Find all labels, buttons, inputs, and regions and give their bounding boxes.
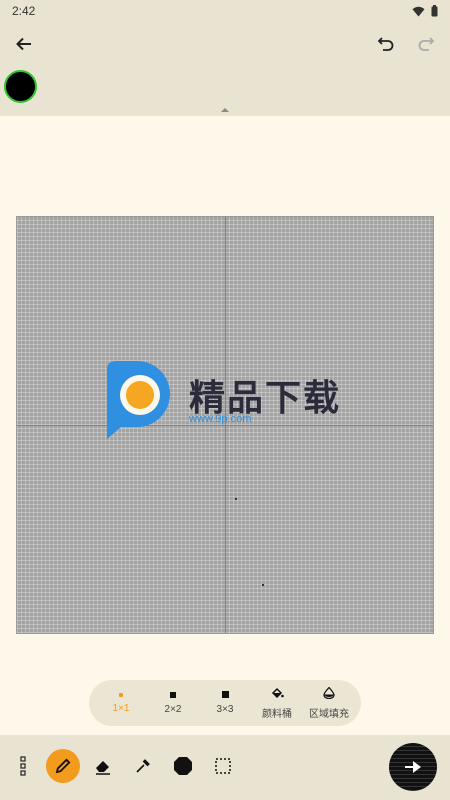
pencil-icon	[55, 758, 71, 774]
brush-dot-medium-icon	[170, 691, 176, 698]
eyedropper-icon	[136, 759, 150, 773]
brush-size-1x1[interactable]: 1×1	[96, 683, 146, 723]
brush-label: 2×2	[164, 703, 182, 715]
status-time: 2:42	[12, 4, 36, 18]
collapse-handle[interactable]	[219, 107, 231, 115]
watermark: 精品下载 www.9p.com	[101, 359, 361, 443]
more-menu-icon	[20, 756, 26, 776]
selection-tool[interactable]	[206, 749, 240, 783]
painted-pixel	[262, 584, 264, 586]
chevron-up-icon	[221, 108, 229, 112]
status-bar: 2:42	[0, 0, 450, 22]
painted-pixel	[235, 498, 237, 500]
redo-button[interactable]	[412, 30, 440, 58]
pixel-canvas[interactable]: 精品下载 www.9p.com	[16, 216, 434, 634]
undo-icon	[377, 37, 394, 51]
eraser-icon	[96, 761, 110, 775]
brush-dot-large-icon	[221, 691, 229, 698]
bottom-toolbar	[0, 735, 450, 800]
brush-label: 3×3	[216, 704, 234, 715]
area-fill-icon	[323, 686, 335, 699]
brush-size-2x2[interactable]: 2×2	[148, 683, 198, 723]
paint-bucket-icon	[271, 687, 284, 698]
brush-label: 区域填充	[309, 708, 349, 720]
watermark-logo	[107, 361, 170, 439]
wifi-icon	[412, 6, 425, 16]
battery-icon	[431, 5, 438, 17]
current-color-swatch[interactable]	[4, 70, 37, 103]
paint-bucket-button[interactable]: 颜料桶	[252, 683, 302, 723]
brush-dot-small-icon	[119, 692, 123, 697]
app-bar	[0, 22, 450, 66]
undo-button[interactable]	[372, 30, 400, 58]
eraser-tool[interactable]	[86, 749, 120, 783]
arrow-back-icon	[16, 37, 31, 51]
stamp-icon	[174, 757, 192, 775]
watermark-url: www.9p.com	[189, 413, 252, 425]
redo-icon	[418, 37, 435, 51]
more-menu-button[interactable]	[6, 749, 40, 783]
next-button[interactable]	[389, 743, 437, 791]
brush-panel: 1×1 2×2 3×3 颜料桶 区域填充	[89, 680, 361, 726]
forward-arrow-icon	[405, 761, 421, 773]
brush-label: 1×1	[112, 702, 130, 714]
brush-size-3x3[interactable]: 3×3	[200, 683, 250, 723]
area-fill-button[interactable]: 区域填充	[304, 683, 354, 723]
back-button[interactable]	[10, 30, 38, 58]
selection-icon	[215, 758, 231, 774]
brush-label: 颜料桶	[262, 708, 292, 720]
pencil-tool[interactable]	[46, 749, 80, 783]
eyedropper-tool[interactable]	[126, 749, 160, 783]
stamp-tool[interactable]	[166, 749, 200, 783]
